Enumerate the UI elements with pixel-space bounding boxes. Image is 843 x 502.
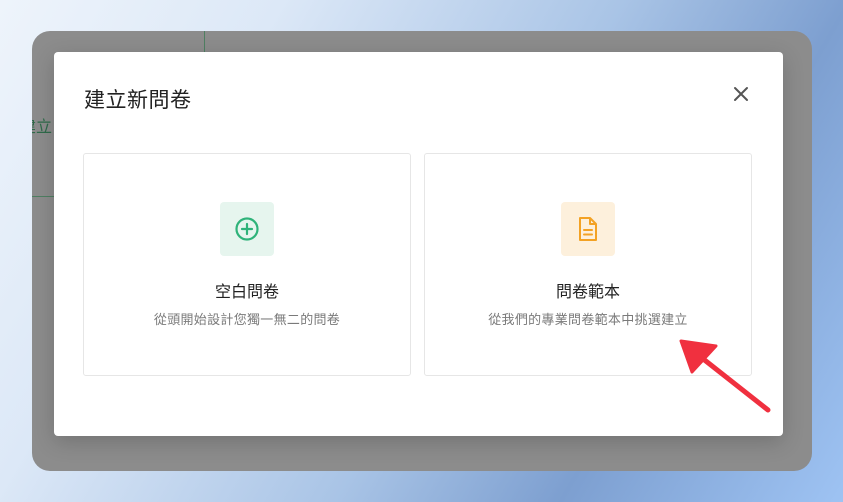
- background-app-text: 建立: [32, 117, 53, 136]
- survey-template-description: 從我們的專業問卷範本中挑選建立: [488, 313, 688, 328]
- annotation-arrow-icon: [679, 339, 771, 413]
- create-survey-dialog: 建立新問卷 空白問卷 從頭開始設計您獨一無二的問卷 問卷範本 從我們的專業問卷範…: [54, 52, 783, 436]
- survey-template-title: 問卷範本: [555, 282, 620, 301]
- close-button[interactable]: [729, 82, 753, 106]
- dialog-title: 建立新問卷: [84, 88, 192, 112]
- document-icon: [579, 217, 597, 241]
- plus-circle-icon: [235, 217, 259, 241]
- survey-template-icon-box: [561, 202, 615, 256]
- blank-survey-title: 空白問卷: [214, 282, 279, 301]
- blank-survey-description: 從頭開始設計您獨一無二的問卷: [153, 313, 341, 328]
- blank-survey-card[interactable]: 空白問卷 從頭開始設計您獨一無二的問卷: [83, 153, 411, 376]
- blank-survey-icon-box: [220, 202, 274, 256]
- close-icon: [734, 87, 748, 101]
